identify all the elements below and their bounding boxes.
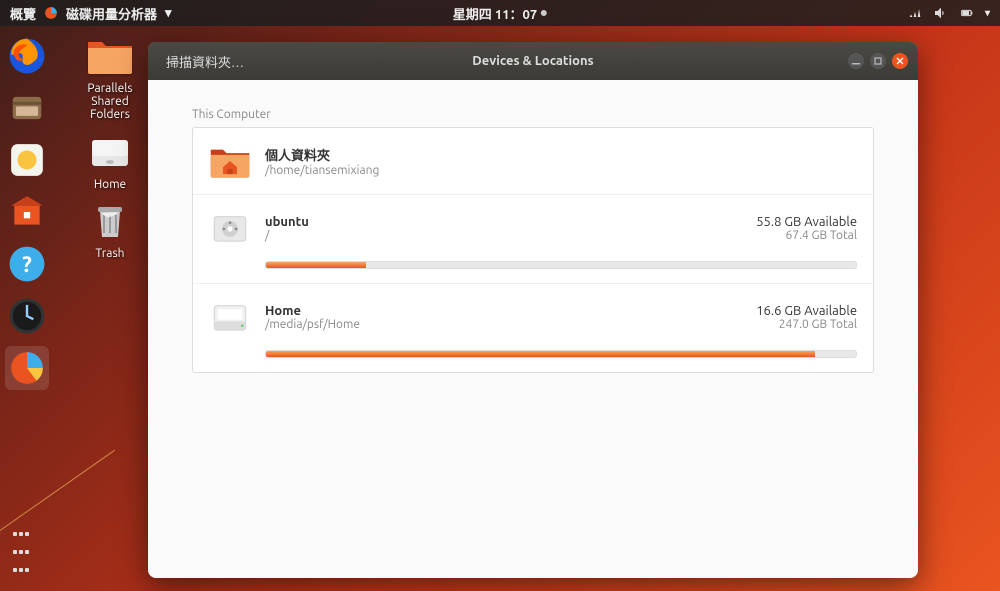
location-row-ubuntu[interactable]: ubuntu / 55.8 GB Available 67.4 GB Total (193, 195, 873, 253)
section-label: This Computer (192, 108, 874, 121)
window-content: This Computer 個人資料夾 /home/tiansemixiang … (148, 80, 918, 393)
minimize-button[interactable] (848, 53, 864, 69)
dock-clocks[interactable] (5, 294, 49, 338)
row-title: ubuntu (265, 215, 742, 229)
dock: ? (0, 26, 54, 591)
row-title: 個人資料夾 (265, 145, 857, 164)
row-path: /home/tiansemixiang (265, 164, 857, 177)
usage-bar-media-home (265, 350, 857, 358)
network-icon[interactable] (907, 5, 923, 21)
disk-usage-window: 掃描資料夾… Devices & Locations This Computer… (148, 42, 918, 578)
disk-usage-app-icon (44, 6, 58, 20)
usage-bar-ubuntu (265, 261, 857, 269)
dock-rhythmbox[interactable] (5, 138, 49, 182)
drive-icon (209, 296, 251, 338)
row-total: 247.0 GB Total (756, 318, 857, 331)
desktop-icons: Parallels Shared Folders Home Trash (70, 34, 150, 260)
battery-icon[interactable] (959, 5, 975, 21)
home-folder-icon (209, 140, 251, 182)
row-available: 55.8 GB Available (756, 215, 857, 229)
scan-folder-button[interactable]: 掃描資料夾… (158, 48, 252, 75)
usage-bar-fill (266, 351, 815, 357)
overview-button[interactable]: 概覽 (10, 4, 36, 23)
desktop-parallels-folder[interactable]: Parallels Shared Folders (70, 34, 150, 122)
show-applications-button[interactable] (12, 523, 30, 577)
notification-dot-icon (541, 10, 547, 16)
maximize-button[interactable] (870, 53, 886, 69)
usage-bar-fill (266, 262, 366, 268)
datetime[interactable]: 星期四 11：07 (453, 4, 537, 23)
volume-icon[interactable] (933, 5, 949, 21)
row-path: / (265, 229, 742, 242)
row-path: /media/psf/Home (265, 318, 742, 331)
location-row-home-folder[interactable]: 個人資料夾 /home/tiansemixiang (193, 128, 873, 195)
dock-software[interactable] (5, 190, 49, 234)
window-titlebar[interactable]: 掃描資料夾… Devices & Locations (148, 42, 918, 80)
svg-text:?: ? (22, 252, 32, 277)
dock-firefox[interactable] (5, 34, 49, 78)
location-row-media-home[interactable]: Home /media/psf/Home 16.6 GB Available 2… (193, 284, 873, 342)
app-menu-chevron-icon[interactable]: ▾ (165, 6, 172, 21)
dock-help[interactable]: ? (5, 242, 49, 286)
desktop-icon-label: Trash (70, 247, 150, 260)
app-name[interactable]: 磁碟用量分析器 (66, 4, 157, 23)
row-title: Home (265, 304, 742, 318)
close-button[interactable] (892, 53, 908, 69)
row-available: 16.6 GB Available (756, 304, 857, 318)
dock-files[interactable] (5, 86, 49, 130)
top-bar: 概覽 磁碟用量分析器 ▾ 星期四 11：07 ▾ (0, 0, 1000, 26)
locations-panel: 個人資料夾 /home/tiansemixiang ubuntu / 55.8 … (192, 127, 874, 373)
power-chevron-icon[interactable]: ▾ (985, 7, 990, 19)
dock-disk-usage[interactable] (5, 346, 49, 390)
desktop-icon-label: Parallels Shared Folders (70, 82, 150, 122)
drive-icon (209, 207, 251, 249)
window-title: Devices & Locations (472, 54, 593, 68)
desktop-icon-label: Home (70, 178, 150, 191)
row-total: 67.4 GB Total (756, 229, 857, 242)
desktop-home[interactable]: Home (70, 130, 150, 191)
desktop-trash[interactable]: Trash (70, 199, 150, 260)
